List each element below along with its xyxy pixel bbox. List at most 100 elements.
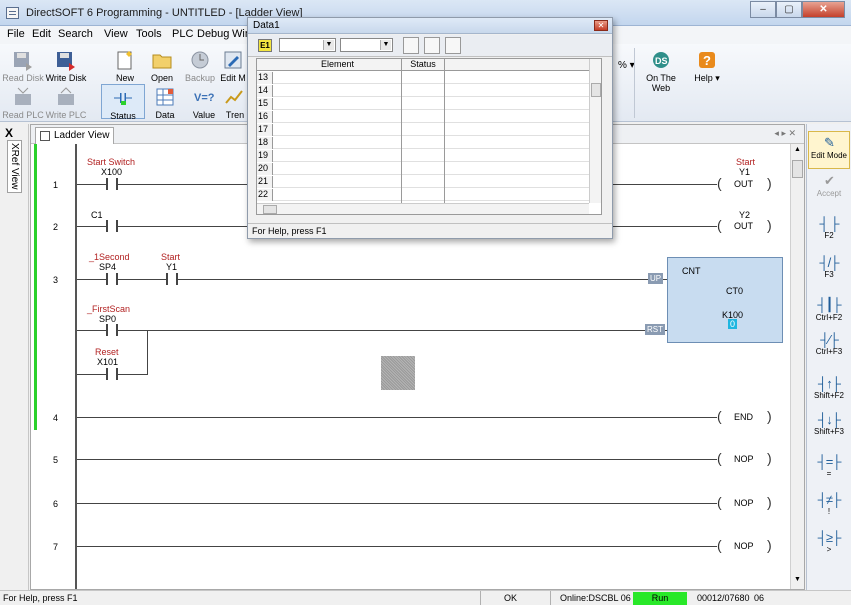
menu-debug[interactable]: Debug xyxy=(197,28,229,40)
no-contact-sp4[interactable] xyxy=(106,273,118,285)
rung-modified-bar xyxy=(34,144,37,430)
accept-button[interactable]: ✔ Accept xyxy=(808,173,850,198)
counter-reset-input: RST xyxy=(645,324,665,335)
menu-tools[interactable]: Tools xyxy=(136,28,162,40)
value-icon: V=? xyxy=(193,86,215,108)
data-grid-hscroll[interactable] xyxy=(257,203,589,214)
data-window-titlebar[interactable]: Data1 ✕ xyxy=(248,18,612,34)
scroll-thumb[interactable] xyxy=(263,205,277,214)
counter-up-input: UP xyxy=(648,273,664,284)
help-button[interactable]: ? Help ▾ xyxy=(685,49,729,84)
scroll-thumb[interactable] xyxy=(591,83,601,97)
data-grid-vscroll[interactable] xyxy=(589,59,601,203)
table-row[interactable]: 20 xyxy=(257,163,601,175)
immediate-contact-tool[interactable]: ┤┃├ Ctrl+F2 xyxy=(808,297,850,322)
scroll-down-icon[interactable]: ▼ xyxy=(792,576,803,587)
no-contact-tool[interactable]: ┤ ├ F2 xyxy=(808,216,850,240)
coil-op: NOP xyxy=(734,454,754,464)
coil-left-paren: ( xyxy=(717,175,722,191)
read-plc-button[interactable]: Read PLC xyxy=(1,86,45,120)
positive-edge-icon: ┤↑├ xyxy=(818,376,841,391)
xref-view-tab[interactable]: XRef View xyxy=(7,140,22,193)
close-button[interactable]: ✕ xyxy=(802,1,845,18)
ladder-view-tab[interactable]: Ladder View xyxy=(35,127,115,144)
menu-file[interactable]: File xyxy=(7,28,25,40)
status-divider xyxy=(550,591,551,605)
ladder-vertical-scrollbar[interactable]: ▲ ▼ xyxy=(790,144,804,589)
counter-instruction[interactable]: CNT CT0 K100 0 xyxy=(667,257,783,343)
data-window-toolbar: E1 ▼ ▼ xyxy=(248,35,612,57)
edit-mode-button[interactable]: ✎ Edit Mode xyxy=(808,131,850,169)
contact-nickname: Start xyxy=(161,252,181,262)
table-row[interactable]: 19 xyxy=(257,150,601,162)
table-row[interactable]: 14 xyxy=(257,85,601,97)
backup-button[interactable]: Backup xyxy=(178,49,222,83)
data-tool-button[interactable] xyxy=(424,37,440,54)
menu-search[interactable]: Search xyxy=(58,28,93,40)
negative-edge-tool[interactable]: ┤↓├ Shift+F3 xyxy=(808,412,850,436)
coil-nickname: Start xyxy=(736,157,756,167)
nc-contact-tool[interactable]: ┤/├ F3 xyxy=(808,255,850,279)
minimize-button[interactable]: – xyxy=(750,1,776,18)
zoom-dropdown[interactable]: % ▾ xyxy=(618,60,635,71)
no-contact-c1[interactable] xyxy=(106,220,118,232)
status-help-text: For Help, press F1 xyxy=(3,593,78,603)
value-button[interactable]: V=? Value xyxy=(182,86,226,120)
table-row[interactable]: 22 xyxy=(257,189,601,201)
data-tool-button[interactable] xyxy=(403,37,419,54)
drag-placeholder xyxy=(381,356,415,390)
positive-edge-tool[interactable]: ┤↑├ Shift+F2 xyxy=(808,376,850,400)
data-grid[interactable]: Element Status 13 14 15 16 17 18 19 20 2… xyxy=(256,58,602,215)
menu-edit[interactable]: Edit xyxy=(32,28,51,40)
svg-text:V=?: V=? xyxy=(194,92,215,104)
write-plc-button[interactable]: Write PLC xyxy=(44,86,88,120)
menu-view[interactable]: View xyxy=(104,28,128,40)
chevron-down-icon: ▼ xyxy=(380,40,391,50)
ladder-tab-nav[interactable]: ◂ ▸ ✕ xyxy=(774,128,796,139)
not-equal-compare-tool[interactable]: ┤≠├ ! xyxy=(808,492,850,516)
data-button[interactable]: Data xyxy=(143,86,187,120)
xref-close-icon[interactable]: X xyxy=(5,126,13,140)
status-online: Online:DSCBL 06 xyxy=(560,593,631,603)
no-contact-x100[interactable] xyxy=(106,178,118,190)
read-disk-button[interactable]: Read Disk xyxy=(1,49,45,83)
no-contact-y1[interactable] xyxy=(166,273,178,285)
edit-mode-toolbar-button[interactable]: Edit M xyxy=(218,49,248,83)
counter-register: CT0 xyxy=(726,286,744,296)
greater-compare-tool[interactable]: ┤≥├ > xyxy=(808,530,850,554)
read-disk-icon xyxy=(12,49,34,71)
no-contact-sp0[interactable] xyxy=(106,324,118,336)
menu-plc[interactable]: PLC xyxy=(172,28,193,40)
coil-op: NOP xyxy=(734,541,754,551)
coil-op: END xyxy=(734,412,754,422)
trend-button[interactable]: Tren xyxy=(222,86,248,120)
equal-compare-icon: ┤=├ xyxy=(817,454,841,469)
data-window-close-icon[interactable]: ✕ xyxy=(594,20,608,31)
data-view-window[interactable]: Data1 ✕ E1 ▼ ▼ Element Status 13 14 15 1… xyxy=(247,17,613,239)
app-icon[interactable] xyxy=(6,7,19,19)
table-row[interactable]: 17 xyxy=(257,124,601,136)
e1-icon[interactable]: E1 xyxy=(258,39,272,52)
web-icon: DS xyxy=(650,49,672,71)
coil-left-paren: ( xyxy=(717,217,722,233)
format-dropdown[interactable]: ▼ xyxy=(279,38,336,52)
table-row[interactable]: 18 xyxy=(257,137,601,149)
on-the-web-button[interactable]: DS On The Web xyxy=(636,49,686,93)
immediate-nc-contact-tool[interactable]: ┤⁄├ Ctrl+F3 xyxy=(808,332,850,356)
table-row[interactable]: 21 xyxy=(257,176,601,188)
status-button[interactable]: Status xyxy=(101,84,145,121)
immediate-nc-contact-icon: ┤⁄├ xyxy=(820,332,839,347)
pencil-icon: ✎ xyxy=(824,135,835,150)
no-contact-x101[interactable] xyxy=(106,368,118,380)
type-dropdown[interactable]: ▼ xyxy=(340,38,393,52)
table-row[interactable]: 16 xyxy=(257,111,601,123)
table-row[interactable]: 13 xyxy=(257,72,601,84)
scroll-thumb[interactable] xyxy=(792,160,803,178)
maximize-button[interactable]: ▢ xyxy=(776,1,802,18)
contact-address: X100 xyxy=(101,167,123,177)
data-tool-button[interactable] xyxy=(445,37,461,54)
scroll-up-icon[interactable]: ▲ xyxy=(792,146,803,157)
equal-compare-tool[interactable]: ┤=├ = xyxy=(808,454,850,478)
table-row[interactable]: 15 xyxy=(257,98,601,110)
write-disk-button[interactable]: Write Disk xyxy=(44,49,88,83)
